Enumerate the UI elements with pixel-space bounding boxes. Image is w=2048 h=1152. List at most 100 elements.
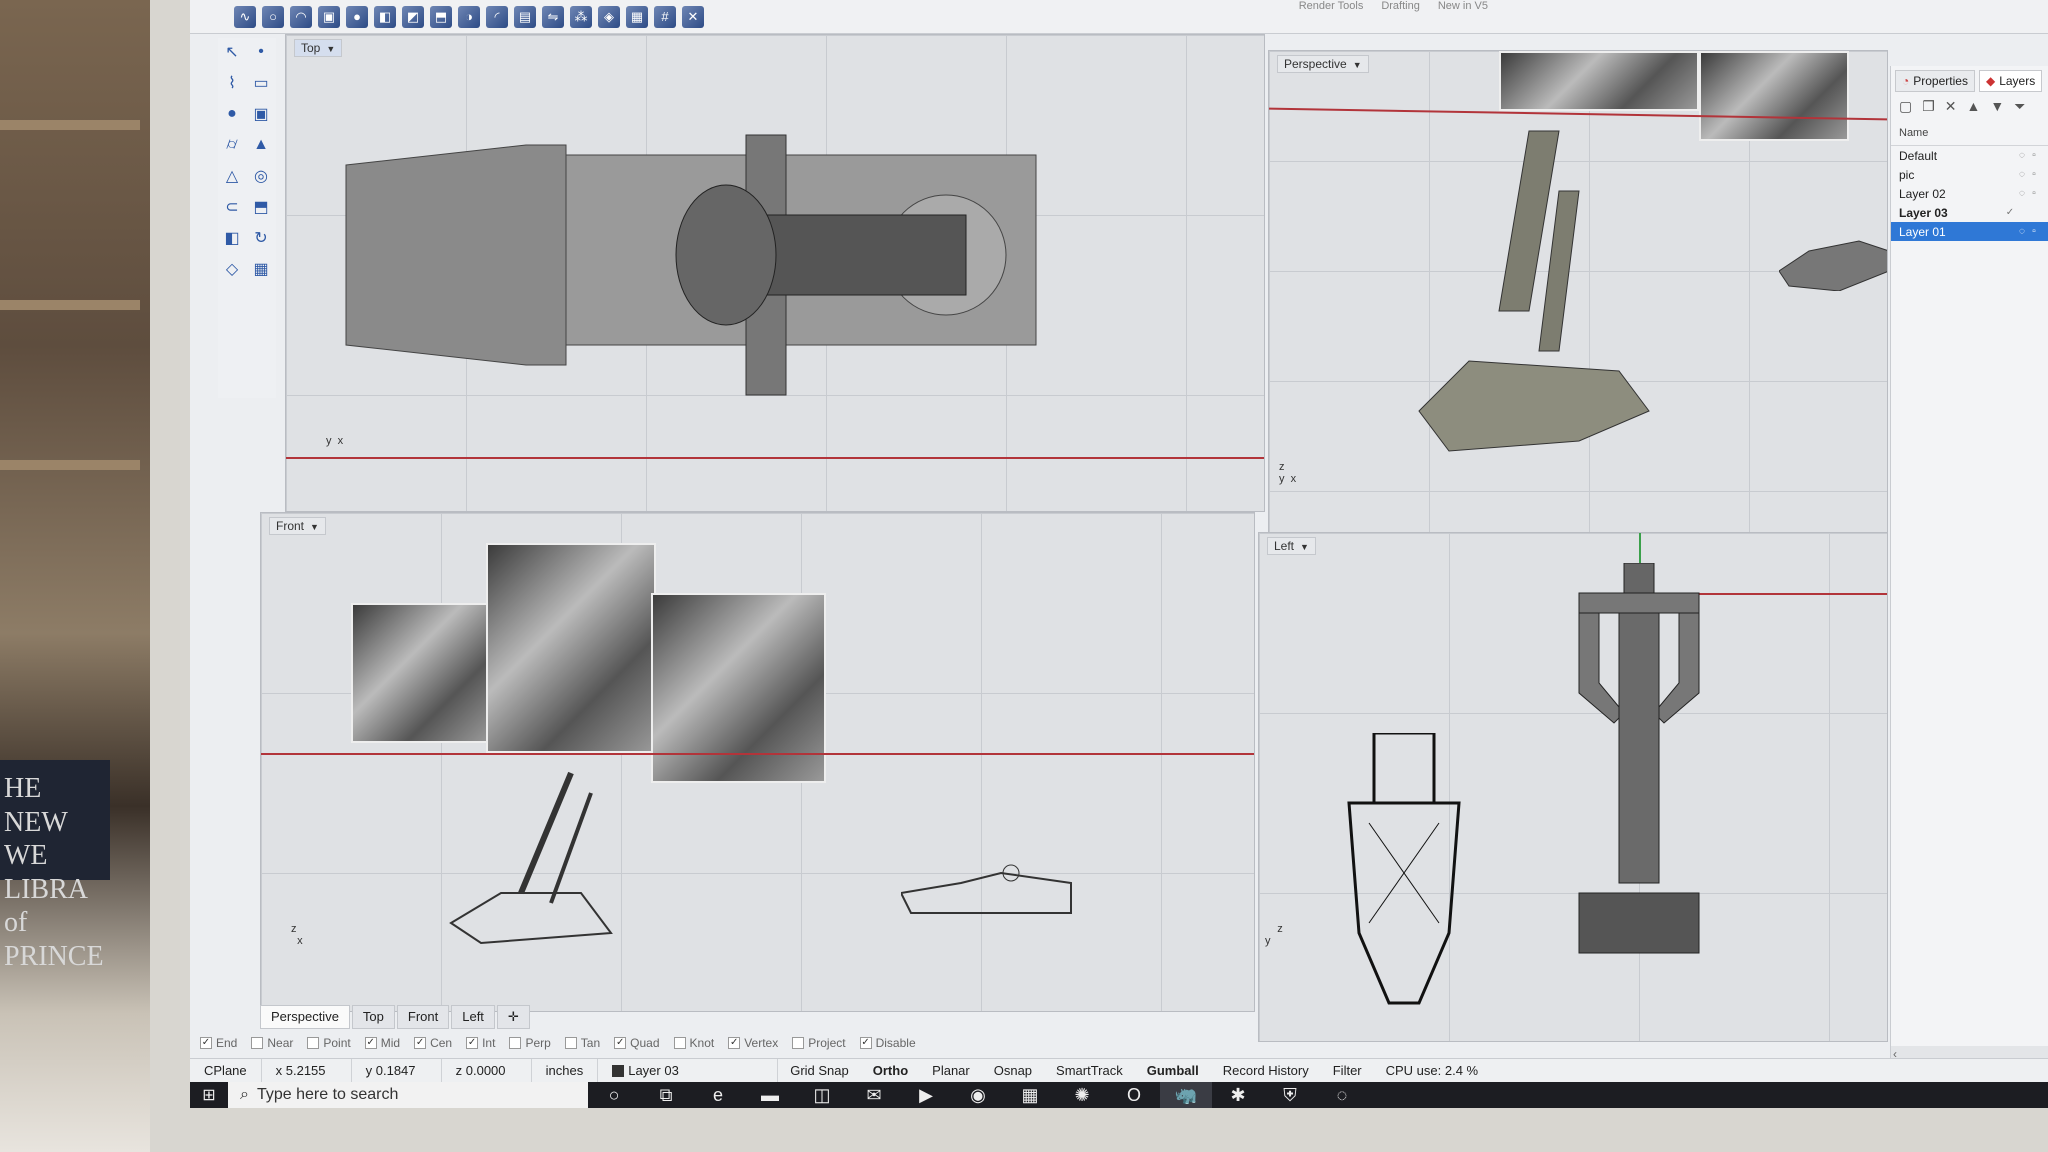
box-icon[interactable]: ▣: [249, 102, 273, 126]
record-history-button[interactable]: Record History: [1211, 1059, 1321, 1082]
slack-icon[interactable]: ✱: [1212, 1082, 1264, 1108]
chevron-down-icon[interactable]: ▼: [326, 44, 335, 54]
layer-row[interactable]: Layer 01 ◌ ▫: [1891, 222, 2048, 241]
revolve-icon[interactable]: ↻: [249, 226, 273, 250]
sphere-icon[interactable]: ●: [220, 102, 244, 126]
render-icon[interactable]: ◈: [598, 5, 620, 28]
chevron-down-icon[interactable]: ▼: [1300, 542, 1309, 552]
checkbox[interactable]: ✓: [614, 1037, 627, 1049]
app-icon[interactable]: ◌: [1316, 1082, 1368, 1108]
lock-icon[interactable]: ▫: [2028, 169, 2040, 180]
arc-icon[interactable]: ◠: [290, 5, 312, 28]
layer-row[interactable]: Default ◌ ▫: [1891, 146, 2048, 165]
viewport-title-front[interactable]: Front ▼: [269, 517, 326, 535]
shell-icon[interactable]: ▤: [514, 5, 536, 28]
outlook-icon[interactable]: O: [1108, 1082, 1160, 1108]
osnap-vertex[interactable]: ✓ Vertex: [728, 1036, 778, 1050]
planar-button[interactable]: Planar: [920, 1059, 982, 1082]
units-label[interactable]: inches: [532, 1059, 599, 1082]
tab-left[interactable]: Left: [451, 1005, 495, 1029]
task-view-icon[interactable]: ⧉: [640, 1082, 692, 1108]
osnap-int[interactable]: ✓ Int: [466, 1036, 495, 1050]
edge-icon[interactable]: e: [692, 1082, 744, 1108]
tab-perspective[interactable]: Perspective: [260, 1005, 350, 1029]
cortana-icon[interactable]: ○: [588, 1082, 640, 1108]
security-icon[interactable]: ⛨: [1264, 1082, 1316, 1108]
tab-render-tools[interactable]: Render Tools: [1299, 0, 1364, 12]
tab-properties[interactable]: ◔ Properties: [1895, 70, 1975, 92]
fillet-icon[interactable]: ◜: [486, 5, 508, 28]
checkbox[interactable]: [792, 1037, 805, 1049]
osnap-knot[interactable]: Knot: [673, 1036, 714, 1050]
lightbulb-icon[interactable]: ◌: [2016, 188, 2028, 199]
taskbar-search[interactable]: ⌕ Type here to search: [228, 1082, 588, 1108]
osnap-end[interactable]: ✓ End: [200, 1036, 237, 1050]
osnap-button[interactable]: Osnap: [982, 1059, 1044, 1082]
viewport-title-top[interactable]: Top ▼: [294, 39, 343, 57]
layer-row[interactable]: Layer 03 ✓: [1891, 203, 2048, 222]
box-icon[interactable]: ▣: [318, 5, 340, 28]
circle-icon[interactable]: ○: [262, 5, 284, 28]
move-down-icon[interactable]: ▼: [1990, 98, 2004, 115]
sweep-icon[interactable]: ◩: [402, 5, 424, 28]
viewport-perspective[interactable]: Perspective ▼ zy x: [1268, 50, 1888, 550]
lightbulb-icon[interactable]: ◌: [2016, 169, 2028, 180]
curve-icon[interactable]: ∿: [234, 5, 256, 28]
mail-icon[interactable]: ✉: [848, 1082, 900, 1108]
filter-button[interactable]: Filter: [1321, 1059, 1374, 1082]
tab-front[interactable]: Front: [396, 1005, 450, 1029]
array-icon[interactable]: ⁂: [570, 5, 592, 28]
osnap-project[interactable]: Project: [792, 1036, 846, 1050]
grid-snap-button[interactable]: Grid Snap: [778, 1059, 861, 1082]
close-icon[interactable]: ✕: [682, 5, 704, 28]
windows-start-icon[interactable]: ⊞: [190, 1082, 228, 1108]
add-viewport-icon[interactable]: ✛: [496, 1005, 530, 1029]
grid-icon[interactable]: #: [654, 5, 676, 28]
tab-layers[interactable]: ◆ Layers: [1978, 70, 2043, 92]
viewport-title-left[interactable]: Left ▼: [1267, 537, 1316, 555]
rhino-icon[interactable]: 🦏: [1160, 1082, 1212, 1108]
polyline-icon[interactable]: ⌇: [220, 71, 244, 95]
smarttrack-button[interactable]: SmartTrack: [1044, 1059, 1135, 1082]
osnap-tan[interactable]: Tan: [564, 1036, 600, 1050]
extrude-icon[interactable]: ⬒: [430, 5, 452, 28]
extrude-icon[interactable]: ⬒: [249, 195, 273, 219]
checkbox[interactable]: [564, 1037, 577, 1049]
cylinder-icon[interactable]: ⌭: [220, 133, 244, 157]
osnap-quad[interactable]: ✓ Quad: [614, 1036, 660, 1050]
mesh-icon[interactable]: ▦: [626, 5, 648, 28]
filter-icon[interactable]: ⏷: [2014, 98, 2025, 115]
surface-icon[interactable]: ◇: [220, 257, 244, 281]
boolean-icon[interactable]: ◑: [458, 5, 480, 28]
chevron-down-icon[interactable]: ▼: [1353, 60, 1362, 70]
tab-new-in-v5[interactable]: New in V5: [1438, 0, 1488, 12]
gumball-button[interactable]: Gumball: [1135, 1059, 1211, 1082]
sphere-icon[interactable]: ●: [346, 5, 368, 28]
pipe-icon[interactable]: ⊂: [220, 195, 244, 219]
layer-row[interactable]: Layer 02 ◌ ▫: [1891, 184, 2048, 203]
lock-icon[interactable]: ▫: [2028, 188, 2040, 199]
osnap-perp[interactable]: Perp: [509, 1036, 551, 1050]
osnap-cen[interactable]: ✓ Cen: [414, 1036, 452, 1050]
checkbox[interactable]: ✓: [414, 1037, 427, 1049]
ortho-button[interactable]: Ortho: [861, 1059, 920, 1082]
viewport-front[interactable]: Front ▼ z x: [260, 512, 1255, 1012]
store-icon[interactable]: ◫: [796, 1082, 848, 1108]
osnap-disable[interactable]: ✓ Disable: [859, 1036, 916, 1050]
loft-icon[interactable]: ◧: [220, 226, 244, 250]
chevron-down-icon[interactable]: ▼: [310, 522, 319, 532]
current-layer[interactable]: Layer 03: [598, 1059, 779, 1082]
new-sublayer-icon[interactable]: ❐: [1922, 98, 1935, 115]
checkbox[interactable]: [307, 1037, 320, 1049]
point-icon[interactable]: •: [249, 40, 273, 64]
osnap-near[interactable]: Near: [251, 1036, 293, 1050]
layer-row[interactable]: pic ◌ ▫: [1891, 165, 2048, 184]
loft-icon[interactable]: ◧: [374, 5, 396, 28]
checkbox[interactable]: ✓: [200, 1037, 212, 1049]
checkbox[interactable]: [251, 1037, 264, 1049]
viewport-left[interactable]: Left ▼ zy: [1258, 532, 1888, 1042]
checkbox[interactable]: ✓: [728, 1037, 741, 1049]
lightbulb-icon[interactable]: ◌: [2016, 226, 2028, 237]
select-icon[interactable]: ↖: [220, 40, 244, 64]
torus-icon[interactable]: ◎: [249, 164, 273, 188]
